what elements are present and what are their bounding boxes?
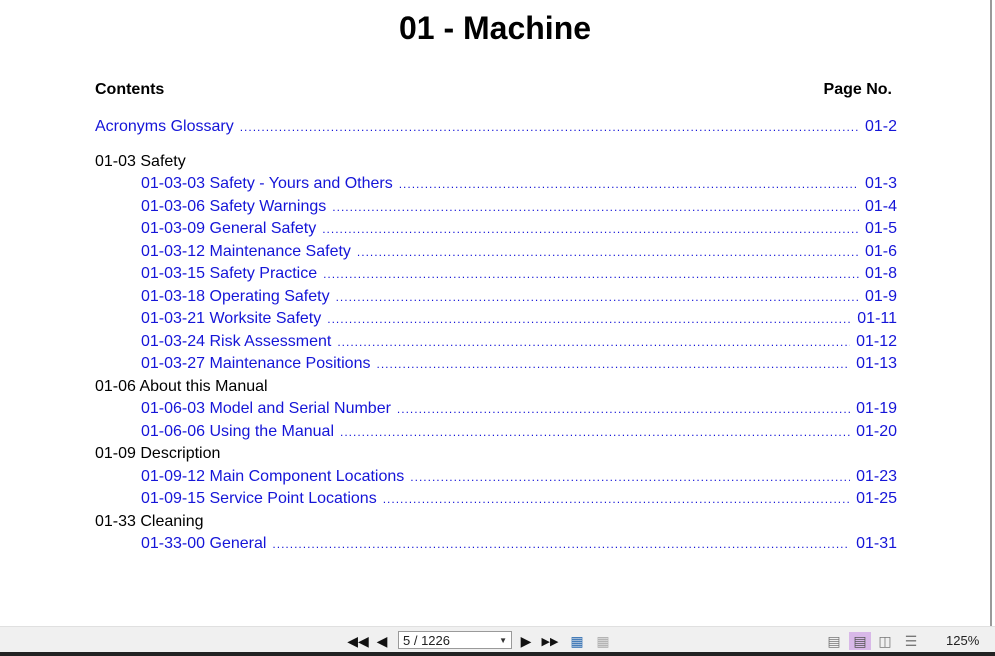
- page-no-heading: Page No.: [823, 81, 892, 98]
- toc-entry[interactable]: 01-03-21 Worksite Safety 01-11: [95, 308, 897, 331]
- dot-leader: [399, 173, 859, 196]
- contents-heading: Contents: [95, 81, 165, 98]
- dot-leader: [340, 421, 850, 444]
- taskbar-edge: [0, 652, 995, 656]
- toc-entry-page[interactable]: 01-2: [865, 116, 897, 139]
- dot-leader: [327, 308, 851, 331]
- toc-entry[interactable]: Acronyms Glossary 01-2: [95, 116, 897, 139]
- page-number-select[interactable]: 5 / 1226 ▼: [398, 631, 512, 649]
- toc-entry-page[interactable]: 01-31: [856, 533, 897, 556]
- toc-entry[interactable]: 01-09-15 Service Point Locations 01-25: [95, 488, 897, 511]
- toc-entry-label[interactable]: 01-03-15 Safety Practice: [141, 263, 317, 286]
- toc-entry[interactable]: 01-33-00 General 01-31: [95, 533, 897, 556]
- toc-entry-label[interactable]: 01-03-21 Worksite Safety: [141, 308, 321, 331]
- toc-entry[interactable]: 01-03-24 Risk Assessment 01-12: [95, 331, 897, 354]
- toc-entry-label[interactable]: 01-03-24 Risk Assessment: [141, 331, 331, 354]
- zoom-level[interactable]: 125%: [946, 633, 979, 648]
- toc-entry-page[interactable]: 01-13: [856, 353, 897, 376]
- toc-entry[interactable]: 01-03-03 Safety - Yours and Others 01-3: [95, 173, 897, 196]
- toc-entry-page[interactable]: 01-6: [865, 241, 897, 264]
- toc-entry-page[interactable]: 01-5: [865, 218, 897, 241]
- toc-entry-page[interactable]: 01-9: [865, 286, 897, 309]
- toc-entry-page[interactable]: 01-19: [856, 398, 897, 421]
- two-page-continuous-icon[interactable]: ☰: [902, 632, 920, 650]
- toc-entry-label[interactable]: 01-06-06 Using the Manual: [141, 421, 334, 444]
- toc-entry[interactable]: 01-03-18 Operating Safety 01-9: [95, 286, 897, 309]
- copy-icon[interactable]: ▦: [568, 632, 586, 650]
- toc-entry-page[interactable]: 01-11: [857, 308, 897, 331]
- toc-entry-page[interactable]: 01-23: [856, 466, 897, 489]
- dot-leader: [397, 398, 850, 421]
- chevron-down-icon: ▼: [499, 636, 507, 645]
- dot-leader: [336, 286, 859, 309]
- table-of-contents: Acronyms Glossary 01-2 01-03 Safety 01-03…: [95, 116, 897, 556]
- toc-section-heading: 01-33 Cleaning: [95, 512, 204, 530]
- toc-entry-label[interactable]: 01-03-06 Safety Warnings: [141, 196, 326, 219]
- last-page-icon[interactable]: ▶▶: [542, 632, 559, 650]
- toc-section-heading: 01-09 Description: [95, 445, 221, 462]
- dot-leader: [323, 263, 859, 286]
- toc-entry-page[interactable]: 01-25: [856, 488, 897, 511]
- toc-entry-label[interactable]: 01-03-03 Safety - Yours and Others: [141, 173, 393, 196]
- dot-leader: [332, 196, 859, 219]
- toc-entry-page[interactable]: 01-8: [865, 263, 897, 286]
- toc-entry-label[interactable]: 01-33-00 General: [141, 533, 266, 556]
- dot-leader: [240, 116, 859, 139]
- toc-entry-page[interactable]: 01-4: [865, 196, 897, 219]
- dot-leader: [322, 218, 859, 241]
- first-page-icon[interactable]: ◀◀: [347, 632, 369, 650]
- paste-icon[interactable]: ▦: [594, 632, 612, 650]
- page-title: 01 - Machine: [398, 10, 592, 46]
- toc-entry[interactable]: 01-06-06 Using the Manual 01-20: [95, 421, 897, 444]
- toc-entry[interactable]: 01-03-27 Maintenance Positions 01-13: [95, 353, 897, 376]
- toc-entry-label[interactable]: 01-06-03 Model and Serial Number: [141, 398, 391, 421]
- dot-leader: [272, 533, 850, 556]
- page-edge: [990, 0, 992, 626]
- toc-entry-label[interactable]: 01-03-27 Maintenance Positions: [141, 353, 370, 376]
- toc-entry-page[interactable]: 01-20: [856, 421, 897, 444]
- document-page: 01 - Machine Contents Page No. Acronyms …: [0, 0, 992, 626]
- toc-entry[interactable]: 01-03-15 Safety Practice 01-8: [95, 263, 897, 286]
- toc-entry-label[interactable]: 01-09-15 Service Point Locations: [141, 488, 377, 511]
- bottom-toolbar: ◀◀ ◀ 5 / 1226 ▼ ▶ ▶▶ ▦ ▦ ▤ ▤ ◫ ☰ 125%: [0, 626, 995, 653]
- toc-entry[interactable]: 01-03-09 General Safety 01-5: [95, 218, 897, 241]
- toc-entry-label[interactable]: 01-09-12 Main Component Locations: [141, 466, 404, 489]
- toc-section-heading: 01-06 About this Manual: [95, 377, 268, 395]
- next-page-icon[interactable]: ▶: [520, 632, 532, 650]
- toc-entry[interactable]: 01-09-12 Main Component Locations 01-23: [95, 466, 897, 489]
- toc-section-heading: 01-03 Safety: [95, 152, 186, 170]
- toc-entry-label[interactable]: Acronyms Glossary: [95, 116, 234, 139]
- continuous-page-icon[interactable]: ▤: [849, 632, 871, 650]
- two-page-icon[interactable]: ◫: [876, 632, 894, 650]
- toc-entry[interactable]: 01-03-06 Safety Warnings 01-4: [95, 196, 897, 219]
- prev-page-icon[interactable]: ◀: [376, 632, 388, 650]
- toc-entry-label[interactable]: 01-03-18 Operating Safety: [141, 286, 330, 309]
- page-indicator: 5 / 1226: [403, 633, 450, 648]
- toc-entry[interactable]: 01-06-03 Model and Serial Number 01-19: [95, 398, 897, 421]
- toc-entry-label[interactable]: 01-03-09 General Safety: [141, 218, 316, 241]
- dot-leader: [337, 331, 850, 354]
- dot-leader: [410, 466, 850, 489]
- dot-leader: [376, 353, 850, 376]
- single-page-icon[interactable]: ▤: [826, 632, 842, 650]
- toc-entry[interactable]: 01-03-12 Maintenance Safety 01-6: [95, 241, 897, 264]
- toc-entry-page[interactable]: 01-12: [856, 331, 897, 354]
- dot-leader: [357, 241, 859, 264]
- toc-entry-label[interactable]: 01-03-12 Maintenance Safety: [141, 241, 351, 264]
- toc-entry-page[interactable]: 01-3: [865, 173, 897, 196]
- dot-leader: [383, 488, 850, 511]
